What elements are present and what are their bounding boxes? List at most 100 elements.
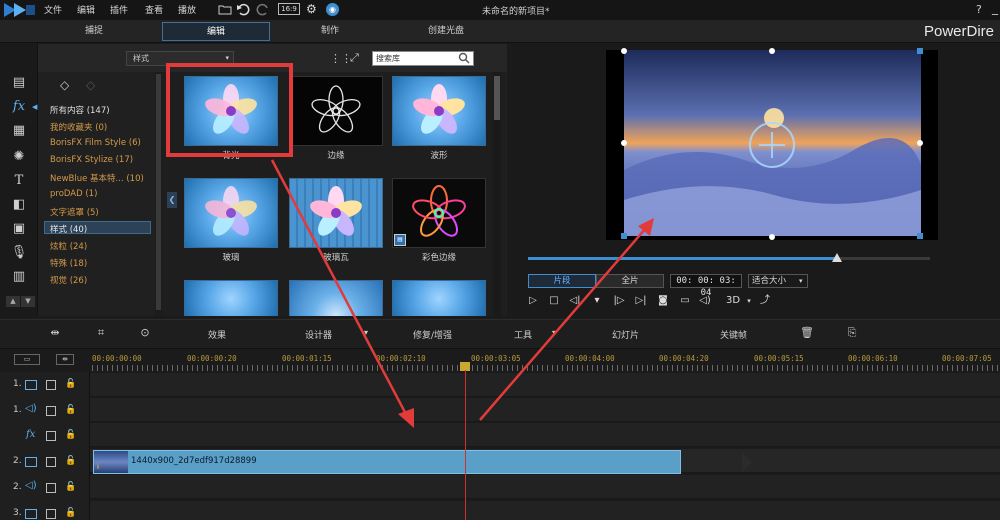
- zoom-fit-dropdown[interactable]: 适合大小 ▾: [748, 274, 808, 288]
- export-icon[interactable]: ⎘: [845, 326, 859, 340]
- effect-thumb-glass[interactable]: [184, 178, 278, 248]
- track-enable-checkbox[interactable]: [46, 483, 56, 493]
- category-item[interactable]: proDAD (1): [50, 189, 97, 199]
- rail-expand-icon[interactable]: ▼: [21, 296, 35, 307]
- split-icon[interactable]: ⇹: [48, 326, 62, 340]
- account-icon[interactable]: ◉: [326, 3, 339, 16]
- search-icon[interactable]: [458, 52, 470, 64]
- effect-thumb-partial[interactable]: [184, 280, 278, 316]
- track-enable-checkbox[interactable]: [46, 431, 56, 441]
- media-room-icon[interactable]: ▤: [10, 74, 28, 92]
- chevron-down-icon[interactable]: ▾: [364, 328, 368, 337]
- tab-capture[interactable]: 捕捉: [54, 22, 134, 41]
- track-enable-checkbox[interactable]: [46, 457, 56, 467]
- movie-mode-button[interactable]: 全片: [596, 274, 664, 288]
- grid-view-icon[interactable]: ⋮⋮: [330, 52, 352, 65]
- menu-playback[interactable]: 播放: [178, 3, 196, 16]
- resize-handle[interactable]: [621, 48, 627, 54]
- voiceover-mic-icon[interactable]: 🎙: [10, 244, 28, 262]
- category-scrollbar-thumb[interactable]: [156, 74, 161, 310]
- repair-enhance-menu[interactable]: 修复/增强: [413, 328, 452, 341]
- undo-icon[interactable]: [236, 2, 250, 16]
- resize-handle[interactable]: [769, 48, 775, 54]
- track-row[interactable]: [90, 398, 1000, 422]
- category-item[interactable]: BorisFX Stylize (17): [50, 155, 133, 165]
- designer-menu[interactable]: 设计器: [305, 328, 332, 341]
- undock-preview-icon[interactable]: ⤴: [758, 294, 772, 308]
- aspect-ratio-button[interactable]: 16:9: [278, 3, 300, 15]
- rail-collapse-icon[interactable]: ▲: [6, 296, 20, 307]
- thumbnail-size-icon[interactable]: ⤢: [350, 51, 359, 65]
- effect-thumb-edge[interactable]: [289, 76, 383, 146]
- seek-handle-icon[interactable]: [832, 253, 842, 262]
- play-icon[interactable]: ▷: [526, 294, 540, 308]
- effect-thumb-partial[interactable]: [392, 280, 486, 316]
- category-item[interactable]: BorisFX Film Style (6): [50, 138, 141, 148]
- redo-icon[interactable]: [256, 2, 270, 16]
- category-item[interactable]: NewBlue 基本特... (10): [50, 172, 144, 184]
- help-icon[interactable]: ?: [976, 3, 982, 16]
- preview-image[interactable]: [624, 50, 921, 236]
- category-item[interactable]: 视觉 (26): [50, 274, 87, 286]
- resize-handle[interactable]: [621, 140, 627, 146]
- open-folder-icon[interactable]: [218, 2, 232, 16]
- track-row[interactable]: [90, 423, 1000, 447]
- resize-handle[interactable]: [917, 48, 923, 54]
- transition-room-icon[interactable]: ◧: [10, 196, 28, 214]
- lock-icon[interactable]: 🔓: [65, 405, 76, 416]
- category-item[interactable]: 所有内容 (147): [50, 104, 110, 116]
- resize-handle[interactable]: [917, 140, 923, 146]
- mark-icon[interactable]: ▾: [590, 294, 604, 308]
- category-item[interactable]: 文字遮罩 (5): [50, 206, 99, 218]
- category-item[interactable]: 炫粒 (24): [50, 240, 87, 252]
- effect-thumb-wave[interactable]: [392, 76, 486, 146]
- lock-icon[interactable]: 🔓: [65, 508, 76, 519]
- effect-thumb-partial[interactable]: [289, 280, 383, 316]
- subtitle-icon[interactable]: ▭: [678, 294, 692, 308]
- audio-mixing-room-icon[interactable]: ▣: [10, 220, 28, 238]
- volume-icon[interactable]: ◁): [698, 294, 712, 308]
- chevron-down-icon[interactable]: ▾: [552, 328, 556, 337]
- pip-room-icon[interactable]: ▦: [10, 122, 28, 140]
- chapter-room-icon[interactable]: ▥: [10, 268, 28, 286]
- menu-plugins[interactable]: 插件: [110, 3, 128, 16]
- snapshot-camera-icon[interactable]: ◙: [656, 294, 670, 308]
- menu-edit[interactable]: 编辑: [77, 3, 95, 16]
- settings-gear-icon[interactable]: ⚙: [306, 2, 317, 16]
- more-options-icon[interactable]: ⊙: [138, 326, 152, 340]
- 3d-mode-button[interactable]: 3D: [722, 294, 744, 308]
- title-room-icon[interactable]: T: [10, 172, 28, 190]
- clip-mode-button[interactable]: 片段: [528, 274, 596, 288]
- menu-file[interactable]: 文件: [44, 3, 62, 16]
- slideshow-menu[interactable]: 幻灯片: [612, 328, 639, 341]
- fx-room-icon[interactable]: fx: [10, 98, 28, 116]
- effect-thumb-glass-tile[interactable]: [289, 178, 383, 248]
- tab-edit[interactable]: 编辑: [162, 22, 270, 41]
- resize-handle[interactable]: [621, 233, 627, 239]
- track-manager-icon[interactable]: ▭: [14, 354, 40, 365]
- zoom-fit-timeline-icon[interactable]: ⇼: [56, 354, 74, 365]
- resize-handle[interactable]: [917, 233, 923, 239]
- lock-icon[interactable]: 🔓: [65, 379, 76, 390]
- tools-menu[interactable]: 工具: [514, 328, 532, 341]
- particle-room-icon[interactable]: ✺: [10, 148, 28, 166]
- track-row[interactable]: [90, 501, 1000, 520]
- category-item[interactable]: 我的收藏夹 (0): [50, 121, 107, 133]
- track-enable-checkbox[interactable]: [46, 509, 56, 519]
- lock-icon[interactable]: 🔓: [65, 482, 76, 493]
- track-enable-checkbox[interactable]: [46, 406, 56, 416]
- next-frame-icon[interactable]: |▷: [612, 294, 626, 308]
- track-row[interactable]: [90, 373, 1000, 397]
- category-item-active[interactable]: 样式 (40): [50, 223, 87, 235]
- timecode-display[interactable]: 00: 00: 03: 04: [670, 274, 742, 298]
- keyframe-menu[interactable]: 关键帧: [720, 328, 747, 341]
- collapse-panel-icon[interactable]: ❮: [167, 192, 177, 208]
- menu-view[interactable]: 查看: [145, 3, 163, 16]
- effect-thumb-color-edge[interactable]: [392, 178, 486, 248]
- resize-handle[interactable]: [769, 234, 775, 240]
- lock-icon[interactable]: 🔓: [65, 430, 76, 441]
- previous-frame-icon[interactable]: ◁|: [568, 294, 582, 308]
- chevron-down-icon[interactable]: ▾: [742, 294, 756, 308]
- crop-icon[interactable]: ⌗: [94, 326, 108, 340]
- tab-produce[interactable]: 制作: [290, 22, 370, 41]
